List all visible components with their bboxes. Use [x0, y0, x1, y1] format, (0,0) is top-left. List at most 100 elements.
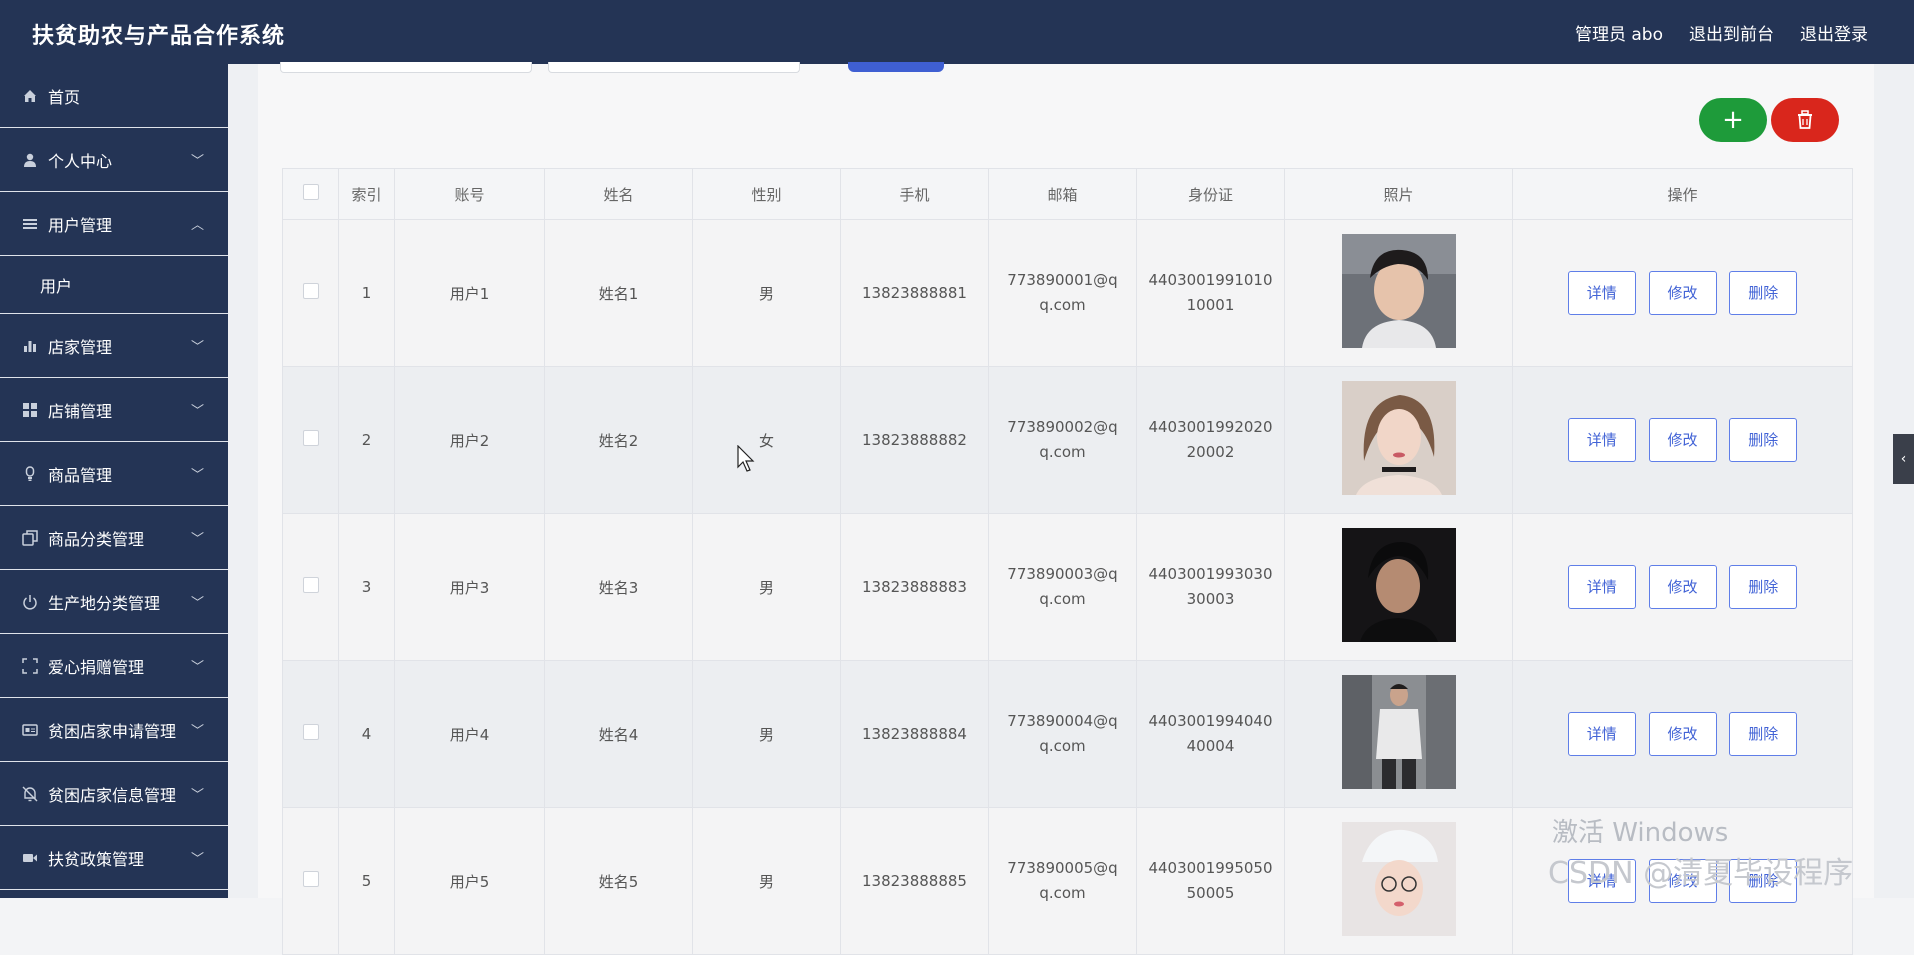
actions-cell: 详情 修改 删除: [1512, 366, 1853, 514]
table-row: 3 用户3 姓名3 男 13823888883 773890003@q q.com…: [282, 513, 1853, 661]
row-checkbox[interactable]: [302, 430, 319, 446]
sidebar-item-home[interactable]: 首页: [0, 64, 228, 128]
bulb-icon: [22, 465, 38, 482]
sidebar-item-label: 商品分类管理: [48, 529, 145, 549]
name-cell: 姓名3: [544, 513, 693, 661]
delete-button[interactable]: 删除: [1729, 418, 1798, 462]
logout-link[interactable]: 退出登录: [1800, 20, 1868, 45]
photo-cell: [1284, 219, 1513, 367]
sidebar-subitem-user[interactable]: 用户: [0, 256, 228, 314]
sidebar-item-merchant-management[interactable]: 店家管理 ﹀: [0, 314, 228, 378]
column-header: 手机: [840, 168, 989, 220]
phone-cell: 13823888885: [840, 807, 989, 955]
sidebar-item-policy-management[interactable]: 扶贫政策管理 ﹀: [0, 826, 228, 890]
sidebar-item-label: 贫困店家申请管理: [48, 721, 177, 741]
app-title: 扶贫助农与产品合作系统: [32, 24, 286, 49]
sidebar-item-donation-management[interactable]: 爱心捐赠管理 ﹀: [0, 634, 228, 698]
name-cell: 姓名2: [544, 366, 693, 514]
select-all-cell[interactable]: [282, 168, 339, 220]
phone-cell: 13823888882: [840, 366, 989, 514]
row-checkbox[interactable]: [302, 724, 319, 740]
gender-cell: 男: [692, 513, 841, 661]
edit-button[interactable]: 修改: [1648, 418, 1717, 462]
chevron-down-icon: ﹀: [190, 532, 204, 547]
add-button[interactable]: +: [1699, 98, 1767, 142]
actions-cell: 详情 修改 删除: [1512, 219, 1853, 367]
sidebar-item-label: 商品管理: [48, 465, 113, 485]
sidebar-item-label: 个人中心: [48, 151, 113, 171]
sidebar-item-label: 用户管理: [48, 215, 113, 235]
collapse-tab[interactable]: ‹: [1893, 434, 1914, 484]
csdn-watermark: CSDN @清夏毕设程序: [1548, 856, 1854, 891]
index-cell: 3: [338, 513, 395, 661]
activate-windows-watermark: 激活 Windows: [1552, 818, 1729, 848]
detail-button[interactable]: 详情: [1567, 271, 1636, 315]
sidebar-item-user-management[interactable]: 用户管理 ︿: [0, 192, 228, 256]
table-header-row: 索引 账号 姓名 性别 手机 邮箱 身份证 照片 操作: [282, 168, 1853, 220]
row-checkbox[interactable]: [302, 871, 319, 887]
row-checkbox[interactable]: [302, 283, 319, 299]
sidebar-item-personal-center[interactable]: 个人中心 ﹀: [0, 128, 228, 192]
id-card-cell: 4403001993030 30003: [1136, 513, 1285, 661]
index-cell: 4: [338, 660, 395, 808]
gender-cell: 男: [692, 219, 841, 367]
phone-cell: 13823888881: [840, 219, 989, 367]
edit-button[interactable]: 修改: [1648, 712, 1717, 756]
chevron-up-icon: ︿: [190, 218, 204, 233]
column-header: 身份证: [1136, 168, 1285, 220]
email-cell: 773890002@q q.com: [988, 366, 1137, 514]
copy-icon: [22, 529, 38, 546]
id-card-cell: 4403001994040 40004: [1136, 660, 1285, 808]
user-photo: [1341, 675, 1456, 789]
power-icon: [22, 594, 38, 610]
chevron-down-icon: ﹀: [190, 660, 204, 675]
sidebar-item-product-category[interactable]: 商品分类管理 ﹀: [0, 506, 228, 570]
delete-button[interactable]: 删除: [1729, 565, 1798, 609]
email-cell: 773890004@q q.com: [988, 660, 1137, 808]
sidebar-item-store-management[interactable]: 店铺管理 ﹀: [0, 378, 228, 442]
row-checkbox[interactable]: [302, 577, 319, 593]
photo-cell: [1284, 513, 1513, 661]
chevron-down-icon: ﹀: [190, 724, 204, 739]
detail-button[interactable]: 详情: [1567, 418, 1636, 462]
sidebar-item-label: 生产地分类管理: [48, 593, 161, 613]
sidebar-item-product-management[interactable]: 商品管理 ﹀: [0, 442, 228, 506]
admin-user-link[interactable]: 管理员 abo: [1575, 20, 1663, 45]
sidebar-item-poor-merchant-application[interactable]: 贫困店家申请管理 ﹀: [0, 698, 228, 762]
batch-delete-button[interactable]: [1771, 98, 1839, 142]
account-cell: 用户3: [394, 513, 545, 661]
user-photo: [1341, 528, 1456, 642]
search-input-stub[interactable]: [280, 62, 532, 73]
name-cell: 姓名1: [544, 219, 693, 367]
sidebar-item-poor-merchant-info[interactable]: 贫困店家信息管理 ﹀: [0, 762, 228, 826]
id-card-cell: 4403001991010 10001: [1136, 219, 1285, 367]
exit-to-frontend-link[interactable]: 退出到前台: [1689, 20, 1774, 45]
edit-button[interactable]: 修改: [1648, 271, 1717, 315]
account-cell: 用户5: [394, 807, 545, 955]
chevron-down-icon: ﹀: [190, 340, 204, 355]
sidebar-item-label: 爱心捐赠管理: [48, 657, 145, 677]
delete-button[interactable]: 删除: [1729, 271, 1798, 315]
table-row: 1 用户1 姓名1 男 13823888881 773890001@q q.com…: [282, 219, 1853, 367]
gender-cell: 男: [692, 807, 841, 955]
email-cell: 773890005@q q.com: [988, 807, 1137, 955]
sidebar: 首页 个人中心 ﹀ 用户管理 ︿ 用户 店家管理 ﹀ 店铺管理 ﹀ 商品管理 ﹀…: [0, 64, 228, 898]
photo-cell: [1284, 366, 1513, 514]
gender-cell: 男: [692, 660, 841, 808]
delete-button[interactable]: 删除: [1729, 712, 1798, 756]
chevron-down-icon: ﹀: [190, 468, 204, 483]
search-input-stub[interactable]: [548, 62, 800, 73]
edit-button[interactable]: 修改: [1648, 565, 1717, 609]
select-all-checkbox[interactable]: [302, 184, 319, 200]
column-header: 账号: [394, 168, 545, 220]
detail-button[interactable]: 详情: [1567, 712, 1636, 756]
video-icon: [22, 850, 38, 866]
search-button[interactable]: [848, 62, 944, 72]
index-cell: 5: [338, 807, 395, 955]
account-cell: 用户1: [394, 219, 545, 367]
sidebar-item-origin-category[interactable]: 生产地分类管理 ﹀: [0, 570, 228, 634]
chevron-down-icon: ﹀: [190, 596, 204, 611]
phone-cell: 13823888884: [840, 660, 989, 808]
fullscreen-icon: [22, 657, 38, 674]
detail-button[interactable]: 详情: [1567, 565, 1636, 609]
